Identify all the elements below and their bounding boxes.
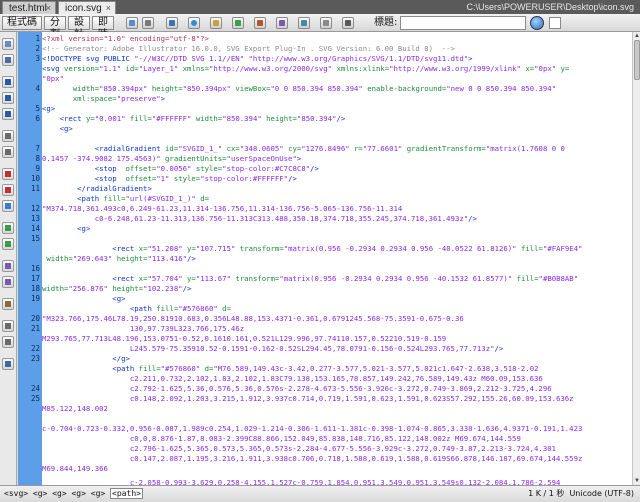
line-number: 20 <box>30 314 40 323</box>
open-documents-icon[interactable] <box>2 38 14 50</box>
line-number: 4 <box>35 84 40 93</box>
inspect-icon[interactable] <box>142 17 154 29</box>
line-number: 17 <box>30 274 40 283</box>
check-page-icon[interactable] <box>549 17 561 29</box>
scrollbar-thumb[interactable] <box>634 40 640 80</box>
line-number: 11 <box>30 184 40 193</box>
line-number: 16 <box>30 264 40 273</box>
tag-selector-item[interactable]: <g> <box>33 489 47 498</box>
design-view-button[interactable]: 設計 <box>68 16 90 40</box>
globe-icon[interactable] <box>530 16 544 30</box>
tab-label: test.html <box>9 3 47 14</box>
line-number: 13 <box>30 214 40 223</box>
live-view-button[interactable]: 即時 <box>92 16 114 40</box>
status-info: 1 K / 1 秒 Unicode (UTF-8) <box>528 489 634 498</box>
line-number: 19 <box>30 294 40 303</box>
tab-icon-svg[interactable]: icon.svg × <box>58 1 116 14</box>
validate-icon[interactable] <box>276 17 288 29</box>
cloak-icon[interactable] <box>342 17 354 29</box>
line-number: 7 <box>35 144 40 153</box>
line-number: 2 <box>35 44 40 53</box>
tab-label: icon.svg <box>65 3 102 14</box>
expand-all-icon[interactable] <box>2 108 14 120</box>
select-parent-tag-icon[interactable] <box>2 130 14 142</box>
tag-selector-item[interactable]: <svg> <box>4 489 28 498</box>
scroll-up-arrow-icon[interactable]: ▲ <box>633 32 640 40</box>
outdent-code-icon[interactable] <box>2 336 14 348</box>
split-view-button[interactable]: 分割 <box>44 16 66 40</box>
line-number: 15 <box>30 234 40 243</box>
live-code-icon[interactable] <box>126 17 138 29</box>
line-number: 5 <box>35 104 40 113</box>
visual-aids-icon[interactable] <box>254 17 266 29</box>
coding-toolbar <box>0 32 17 485</box>
line-number: 22 <box>30 344 40 353</box>
format-source-code-icon[interactable] <box>2 358 14 370</box>
recent-snippets-icon[interactable] <box>2 276 14 288</box>
browser-check-icon[interactable] <box>298 17 310 29</box>
line-number: 14 <box>30 224 40 233</box>
browser-preview-icon[interactable] <box>188 17 200 29</box>
title-input[interactable] <box>400 16 526 30</box>
code-editor[interactable]: <?xml version="1.0" encoding="utf-8"?> <… <box>42 32 632 485</box>
line-number: 6 <box>35 114 40 123</box>
file-management-icon[interactable] <box>210 17 222 29</box>
collapse-selection-icon[interactable] <box>2 92 14 104</box>
code-view-button[interactable]: 程式碼 <box>2 16 42 30</box>
status-bar: <svg> <g> <g> <g> <g> <path> 1 K / 1 秒 U… <box>0 485 640 502</box>
line-numbers-icon[interactable] <box>2 168 14 180</box>
tag-selector-item[interactable]: <path> <box>110 488 143 499</box>
move-css-icon[interactable] <box>2 298 14 310</box>
line-number: 12 <box>30 204 40 213</box>
tab-test-html[interactable]: test.html × <box>2 1 56 14</box>
collapse-full-tag-icon[interactable] <box>2 76 14 88</box>
remove-comment-icon[interactable] <box>2 238 14 250</box>
vertical-scrollbar[interactable]: ▲ ▼ <box>632 32 640 485</box>
line-number: 1 <box>35 34 40 43</box>
line-number-gutter: 1 2 3 4 5 6 7 8 9 10 11 12 13 14 15 16 17 18 19 20 21 22 23 24 2… <box>18 32 42 485</box>
tag-selector[interactable]: <svg> <g> <g> <g> <g> <path> <box>4 488 143 499</box>
line-number: 18 <box>30 284 40 293</box>
refresh-icon[interactable] <box>232 17 244 29</box>
line-number: 3 <box>35 54 40 63</box>
file-path: C:\Users\POWERUSER\Desktop\icon.svg <box>466 2 634 12</box>
tag-selector-item[interactable]: <g> <box>91 489 105 498</box>
multiscreen-icon[interactable] <box>166 17 178 29</box>
line-number: 21 <box>30 324 40 333</box>
balance-braces-icon[interactable] <box>2 146 14 158</box>
tag-selector-item[interactable]: <g> <box>71 489 85 498</box>
view-options-icon[interactable] <box>320 17 332 29</box>
highlight-invalid-code-icon[interactable] <box>2 184 14 196</box>
apply-comment-icon[interactable] <box>2 222 14 234</box>
document-toolbar: 程式碼 分割 設計 即時 標題: <box>0 14 640 40</box>
wrap-tag-icon[interactable] <box>2 260 14 272</box>
indent-code-icon[interactable] <box>2 320 14 332</box>
line-number: 10 <box>30 174 40 183</box>
show-code-navigator-icon[interactable] <box>2 54 14 66</box>
line-number: 25 <box>30 394 40 403</box>
scroll-down-arrow-icon[interactable]: ▼ <box>633 477 640 485</box>
document-tab-bar: test.html × icon.svg × C:\Users\POWERUSE… <box>0 0 640 14</box>
line-number: 23 <box>30 354 40 363</box>
line-number: 24 <box>30 384 40 393</box>
line-number: 8 <box>35 154 40 163</box>
tag-selector-item[interactable]: <g> <box>52 489 66 498</box>
syntax-error-alerts-icon[interactable] <box>2 200 14 212</box>
line-number: 9 <box>35 164 40 173</box>
title-label: 標題: <box>374 17 398 28</box>
